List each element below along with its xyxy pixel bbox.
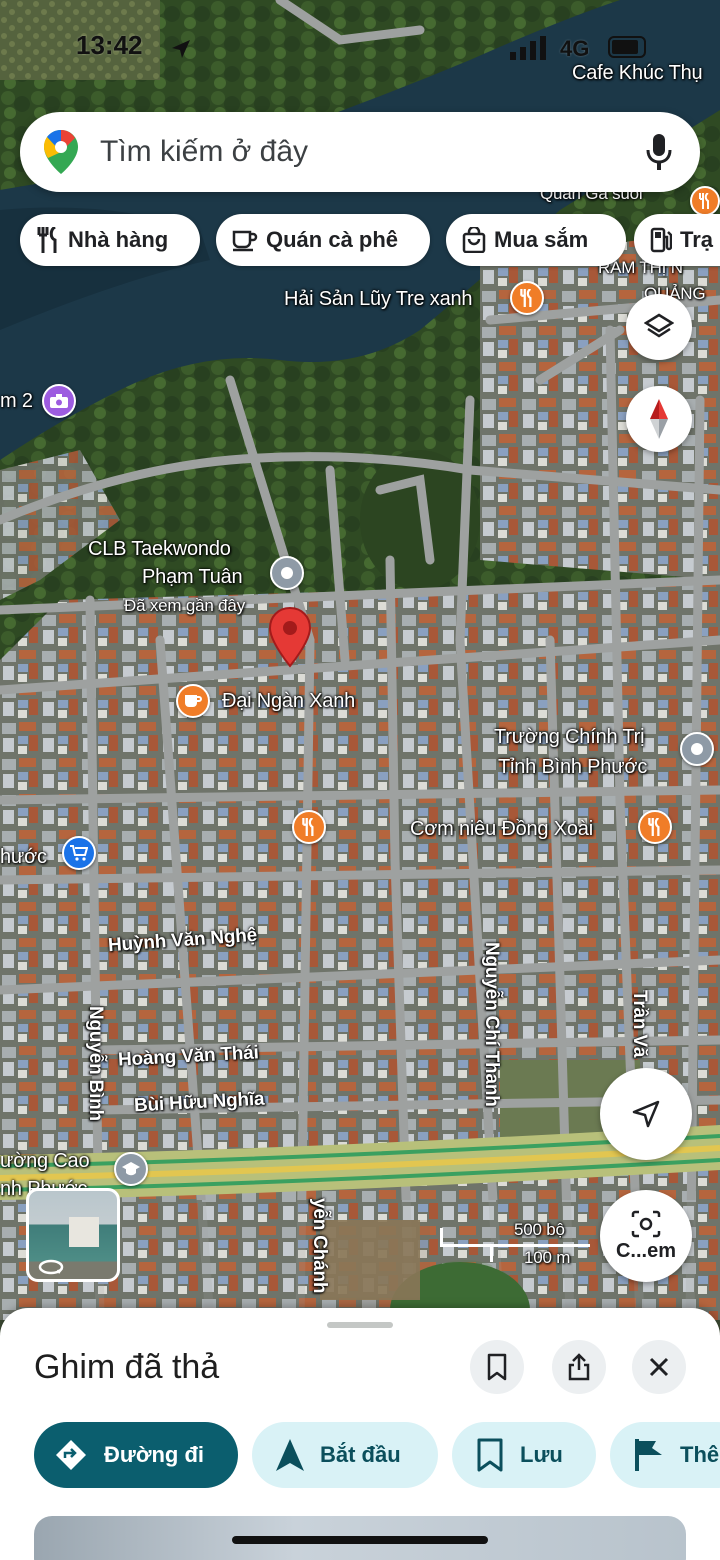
navigation-arrow-icon — [276, 1439, 304, 1471]
label-dai-ngan[interactable]: Đại Ngàn Xanh — [222, 690, 355, 713]
chip-label: Mua sắm — [494, 227, 589, 252]
chip-gas[interactable]: Trạ — [634, 214, 720, 266]
sheet-title: Ghim đã thả — [34, 1348, 220, 1386]
home-indicator[interactable] — [232, 1536, 488, 1544]
status-time: 13:42 — [76, 30, 143, 60]
add-label-button[interactable]: Thê — [610, 1422, 720, 1488]
search-bar[interactable]: Tìm kiếm ở đây — [20, 112, 700, 192]
restaurant-pin-icon[interactable] — [510, 281, 544, 315]
directions-label: Đường đi — [104, 1442, 204, 1467]
share-button[interactable] — [552, 1340, 606, 1394]
coffee-pin-icon[interactable] — [176, 684, 210, 718]
label-clb-line2[interactable]: Phạm Tuân — [142, 566, 243, 589]
lens-button[interactable]: C...em — [600, 1190, 692, 1282]
chip-label: Trạ — [680, 227, 714, 252]
navigation-arrow-icon — [632, 1100, 660, 1128]
flag-icon — [635, 1439, 662, 1471]
scale-label-bottom: 100 m — [524, 1248, 571, 1267]
save-button[interactable]: Lưu — [452, 1422, 596, 1488]
start-label: Bắt đầu — [320, 1442, 401, 1467]
street-tran-van: Trần Vă — [629, 990, 650, 1058]
layers-button[interactable] — [626, 294, 692, 360]
street-view-thumbnail[interactable] — [26, 1188, 120, 1282]
add-label-label: Thê — [680, 1442, 720, 1467]
restaurant-icon — [37, 227, 57, 253]
bookmark-icon — [477, 1438, 503, 1472]
compass-icon — [650, 399, 668, 439]
lens-label: C...em — [615, 1239, 677, 1262]
school-cap-pin-icon[interactable] — [114, 1152, 148, 1186]
layers-icon — [644, 313, 674, 338]
gas-station-icon — [650, 227, 672, 253]
chip-coffee[interactable]: Quán cà phê — [216, 214, 430, 266]
school-pin-icon[interactable] — [680, 732, 714, 766]
search-placeholder[interactable]: Tìm kiếm ở đây — [100, 135, 308, 169]
label-clb-note: Đã xem gần đây — [124, 596, 245, 615]
restaurant-pin-icon[interactable] — [690, 186, 720, 216]
restaurant-pin-icon[interactable] — [292, 810, 326, 844]
scale-label-top: 500 bộ — [514, 1220, 565, 1239]
scale-bar: 500 bộ 100 m — [440, 1220, 590, 1268]
visited-pin-icon[interactable] — [270, 556, 304, 590]
label-cafe-khuc[interactable]: Cafe Khúc Thụ — [572, 62, 703, 85]
save-label: Lưu — [520, 1442, 563, 1467]
label-com-nieu[interactable]: Cơm niêu Đồng Xoài — [410, 818, 593, 841]
label-hai-san[interactable]: Hải Sản Lũy Tre xanh — [284, 288, 473, 311]
my-location-button[interactable] — [600, 1068, 692, 1160]
save-icon-button[interactable] — [470, 1340, 524, 1394]
close-icon — [649, 1357, 669, 1377]
bookmark-icon — [487, 1353, 507, 1381]
label-clb-line1[interactable]: CLB Taekwondo — [88, 538, 231, 561]
start-button[interactable]: Bắt đầu — [252, 1422, 438, 1488]
restaurant-pin-icon[interactable] — [638, 810, 672, 844]
label-phuoc[interactable]: hước — [0, 846, 47, 869]
chip-label: Quán cà phê — [266, 227, 399, 252]
rotate-360-icon — [38, 1259, 64, 1275]
shopping-cart-pin-icon[interactable] — [62, 836, 96, 870]
camera-pin-icon[interactable] — [42, 384, 76, 418]
shopping-bag-icon — [462, 227, 486, 253]
chip-label: Nhà hàng — [68, 227, 169, 252]
drag-handle[interactable] — [327, 1322, 393, 1328]
street-nguyen-chi-thanh: Nguyễn Chí Thanh — [481, 942, 502, 1107]
close-button[interactable] — [632, 1340, 686, 1394]
network-type: 4G — [560, 36, 590, 61]
directions-button[interactable]: Đường đi — [34, 1422, 238, 1488]
label-m2[interactable]: m 2 — [0, 390, 33, 413]
location-arrow-icon — [172, 40, 190, 58]
microphone-icon[interactable] — [646, 134, 672, 170]
camera-search-icon — [631, 1210, 661, 1237]
label-truong-line1[interactable]: Trường Chính Trị — [494, 726, 645, 749]
compass-button[interactable] — [626, 386, 692, 452]
category-chips: Nhà hàng Quán cà phê Mua sắm Trạ — [20, 214, 720, 266]
chip-restaurants[interactable]: Nhà hàng — [20, 214, 200, 266]
chip-shopping[interactable]: Mua sắm — [446, 214, 626, 266]
directions-icon — [56, 1440, 86, 1470]
street-nguyen-binh: Nguyễn Bình — [85, 1006, 106, 1121]
label-truong-cao[interactable]: ường Cao — [0, 1150, 90, 1173]
google-maps-logo-icon — [44, 130, 78, 174]
street-nguyen-chanh: yễn Chánh — [309, 1198, 330, 1294]
dropped-pin-icon[interactable] — [268, 606, 312, 668]
share-icon — [568, 1353, 590, 1381]
signal-icon — [510, 36, 546, 60]
label-truong-line2[interactable]: Tỉnh Bình Phước — [498, 756, 647, 779]
place-sheet[interactable]: Ghim đã thả Đường đi Bắt đầu Lưu Thê — [0, 1308, 720, 1560]
battery-icon — [608, 36, 646, 58]
coffee-icon — [232, 230, 258, 252]
